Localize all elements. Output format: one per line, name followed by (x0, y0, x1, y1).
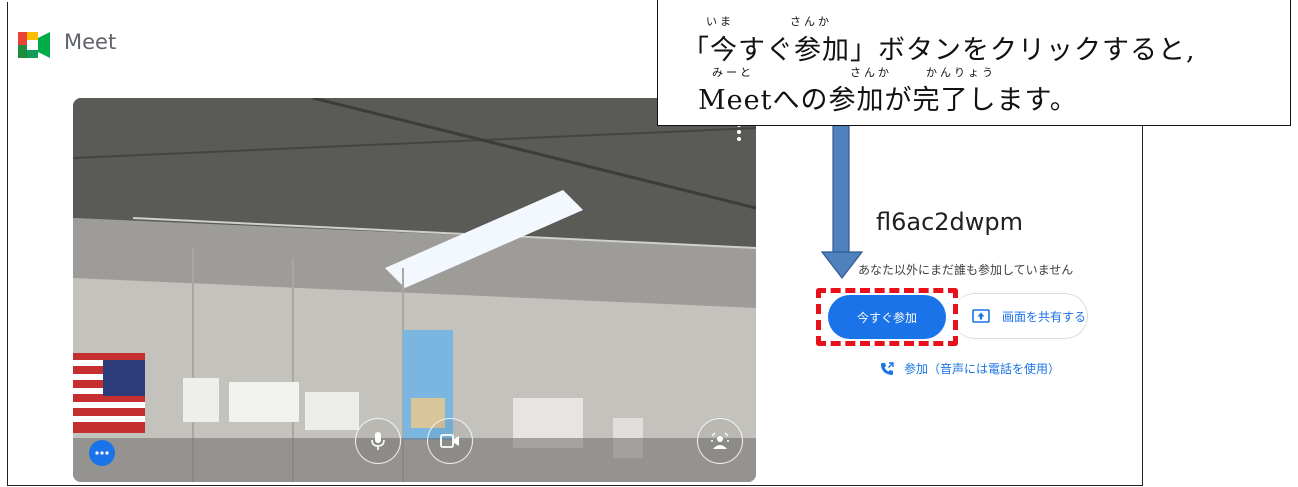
visual-effects-icon (711, 432, 729, 449)
down-arrow-annotation (820, 120, 864, 279)
join-button-highlight (816, 288, 958, 346)
furigana-ima: いま (706, 15, 734, 28)
furigana-sanka: さんか (790, 15, 832, 28)
app-title: Meet (64, 30, 117, 54)
instruction-callout: いま さんか 「今すぐ参加」ボタンをクリックすると, みーと さんか かんりょう… (657, 0, 1291, 126)
camera-scene-image (73, 98, 756, 482)
callout-line-1: 「今すぐ参加」ボタンをクリックすると, (682, 35, 1196, 66)
present-screen-icon (972, 309, 990, 323)
phone-forward-icon (881, 361, 894, 375)
self-video-preview (73, 98, 756, 482)
visual-effects-button[interactable] (697, 418, 743, 464)
more-options-button[interactable] (89, 440, 115, 466)
more-horizontal-icon (95, 451, 109, 455)
google-meet-logo-icon (18, 32, 50, 58)
callout-line-2: Meetへの参加が完了します。 (698, 85, 1078, 116)
microphone-toggle-button[interactable] (355, 418, 401, 464)
participants-status: あなた以外にまだ誰も参加していません (858, 263, 1074, 277)
camera-icon (440, 434, 459, 448)
share-screen-button[interactable]: 画面を共有する (952, 293, 1088, 339)
camera-toggle-button[interactable] (427, 418, 473, 464)
share-screen-label: 画面を共有する (1002, 309, 1087, 324)
microphone-icon (371, 432, 385, 450)
meeting-code: fl6ac2dwpm (876, 208, 1024, 236)
join-by-phone-label: 参加（音声には電話を使用） (904, 362, 1061, 376)
join-by-phone-link[interactable]: 参加（音声には電話を使用） (880, 360, 1060, 377)
